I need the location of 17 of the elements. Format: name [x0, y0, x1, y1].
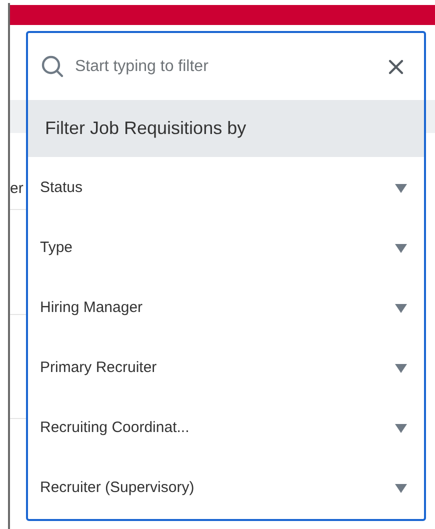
- caret-icon: [395, 424, 407, 432]
- filter-category[interactable]: Recruiter (Supervisory): [28, 458, 424, 518]
- filter-category[interactable]: Hiring Manager: [28, 278, 424, 338]
- filter-category[interactable]: Status: [28, 158, 424, 218]
- caret-icon: [395, 184, 407, 192]
- caret-icon: [395, 244, 407, 252]
- caret-icon: [395, 484, 407, 492]
- close-icon[interactable]: [388, 58, 404, 74]
- caret-icon: [395, 304, 407, 312]
- filter-category[interactable]: Type: [28, 218, 424, 278]
- column-label: er: [10, 179, 24, 199]
- filter-heading: Filter Job Requisitions by: [28, 100, 424, 157]
- filter-category[interactable]: Recruiting Coordinat...: [28, 398, 424, 458]
- filter-search-field[interactable]: Start typing to filter: [75, 54, 378, 78]
- caret-icon: [395, 364, 407, 372]
- search-icon: [41, 54, 65, 78]
- filter-category[interactable]: Primary Recruiter: [28, 338, 424, 398]
